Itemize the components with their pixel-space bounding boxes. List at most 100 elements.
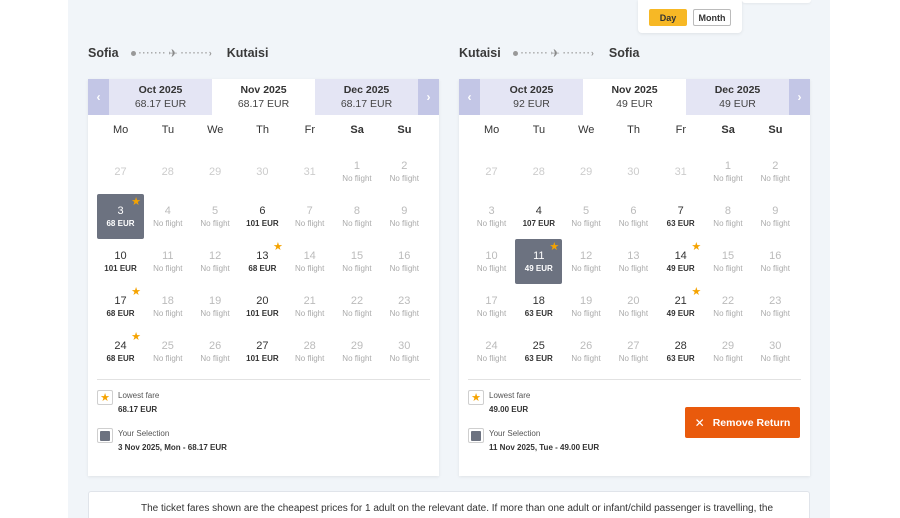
day-number: 13 — [627, 250, 640, 262]
day-cell[interactable]: 6 101 EUR — [239, 194, 286, 239]
day-cell[interactable]: 27 101 EUR — [239, 329, 286, 374]
day-cell-selected[interactable]: 3 68 EUR ★ — [97, 194, 144, 239]
calendar-week-row: 10 101 EUR 11 No flight 12 No flight 13 68 EUR ★… — [97, 239, 430, 284]
day-cell[interactable]: 12 No flight — [192, 239, 239, 284]
day-number: 5 — [583, 205, 590, 217]
day-cell[interactable]: 12 No flight — [563, 239, 610, 284]
day-cell[interactable]: 26 No flight — [192, 329, 239, 374]
day-cell[interactable]: 14 No flight — [286, 239, 333, 284]
day-cell[interactable]: 1 No flight — [704, 149, 751, 194]
day-price: No flight — [200, 264, 230, 273]
day-cell[interactable]: 5 No flight — [192, 194, 239, 239]
day-cell[interactable]: 17 No flight — [468, 284, 515, 329]
day-cell[interactable]: 28 No flight — [286, 329, 333, 374]
month-tab[interactable]: Oct 2025 92 EUR — [480, 79, 583, 115]
day-cell[interactable]: 5 No flight — [563, 194, 610, 239]
day-price: 101 EUR — [246, 309, 279, 318]
day-cell[interactable]: 21 49 EUR ★ — [657, 284, 704, 329]
day-cell[interactable]: 20 No flight — [610, 284, 657, 329]
weekday-header: Mo Tu We Th Fr Sa Su — [97, 124, 430, 142]
day-cell[interactable]: 19 No flight — [563, 284, 610, 329]
day-price: No flight — [713, 354, 743, 363]
month-tab-active[interactable]: Nov 2025 68.17 EUR — [212, 79, 315, 115]
day-cell[interactable]: 4 No flight — [144, 194, 191, 239]
day-cell[interactable]: 16 No flight — [752, 239, 799, 284]
day-view-button[interactable]: Day — [649, 9, 687, 26]
day-cell[interactable]: 2 No flight — [752, 149, 799, 194]
day-cell[interactable]: 18 No flight — [144, 284, 191, 329]
day-cell[interactable]: 22 No flight — [333, 284, 380, 329]
day-price: No flight — [342, 354, 372, 363]
legend-label: Your Selection — [118, 429, 170, 438]
day-cell[interactable]: 15 No flight — [704, 239, 751, 284]
star-icon: ★ — [131, 196, 141, 208]
day-cell[interactable]: 26 No flight — [563, 329, 610, 374]
day-cell[interactable]: 9 No flight — [381, 194, 428, 239]
calendar-week-row: 24 No flight 25 63 EUR 26 No flight 27 No fligh… — [468, 329, 801, 374]
day-price: No flight — [618, 219, 649, 228]
day-cell: 28 — [515, 149, 562, 194]
day-cell[interactable]: 10 No flight — [468, 239, 515, 284]
day-number: 21 — [674, 295, 687, 307]
day-price: No flight — [295, 354, 325, 363]
day-cell[interactable]: 11 No flight — [144, 239, 191, 284]
day-price: No flight — [389, 309, 419, 318]
day-cell[interactable]: 10 101 EUR — [97, 239, 144, 284]
month-tab-active[interactable]: Nov 2025 49 EUR — [583, 79, 686, 115]
day-cell: 27 — [468, 149, 515, 194]
calendar-week-row: 27 28 29 30 31 1 No flight 2 No flight — [468, 149, 801, 194]
day-cell[interactable]: 14 49 EUR ★ — [657, 239, 704, 284]
day-cell[interactable]: 13 No flight — [610, 239, 657, 284]
day-cell[interactable]: 2 No flight — [381, 149, 428, 194]
day-cell[interactable]: 18 63 EUR — [515, 284, 562, 329]
day-cell[interactable]: 23 No flight — [381, 284, 428, 329]
star-icon: ★ — [691, 241, 702, 253]
day-cell[interactable]: 30 No flight — [752, 329, 799, 374]
day-cell[interactable]: 29 No flight — [333, 329, 380, 374]
day-cell[interactable]: 22 No flight — [704, 284, 751, 329]
month-tab[interactable]: Dec 2025 68.17 EUR — [315, 79, 418, 115]
day-cell[interactable]: 25 No flight — [144, 329, 191, 374]
next-month-button[interactable]: › — [789, 79, 810, 115]
month-tab[interactable]: Oct 2025 68.17 EUR — [109, 79, 212, 115]
day-cell: 31 — [286, 149, 333, 194]
day-cell[interactable]: 30 No flight — [381, 329, 428, 374]
day-number: 14 — [674, 250, 687, 262]
day-price: No flight — [713, 309, 743, 318]
day-cell[interactable]: 27 No flight — [610, 329, 657, 374]
day-cell[interactable]: 19 No flight — [192, 284, 239, 329]
day-cell[interactable]: 8 No flight — [704, 194, 751, 239]
day-cell[interactable]: 16 No flight — [381, 239, 428, 284]
day-cell[interactable]: 24 No flight — [468, 329, 515, 374]
day-cell[interactable]: 6 No flight — [610, 194, 657, 239]
day-price: No flight — [295, 309, 325, 318]
remove-return-button[interactable]: ✕ Remove Return — [685, 407, 800, 438]
day-cell[interactable]: 23 No flight — [752, 284, 799, 329]
day-cell[interactable]: 7 63 EUR — [657, 194, 704, 239]
day-cell[interactable]: 21 No flight — [286, 284, 333, 329]
day-cell[interactable]: 29 No flight — [704, 329, 751, 374]
prev-month-button[interactable]: ‹ — [459, 79, 480, 115]
day-cell[interactable]: 20 101 EUR — [239, 284, 286, 329]
weekday-header: Mo Tu We Th Fr Sa Su — [468, 124, 801, 142]
day-cell[interactable]: 3 No flight — [468, 194, 515, 239]
day-cell-selected[interactable]: 11 49 EUR ★ — [515, 239, 563, 284]
month-view-button[interactable]: Month — [693, 9, 731, 26]
day-cell[interactable]: 1 No flight — [333, 149, 380, 194]
calendar-weeks: 27 28 29 30 31 1 No flight 2 No flight 3 68 EUR ★ 4 N… — [97, 149, 430, 374]
next-month-button[interactable]: › — [418, 79, 439, 115]
day-cell[interactable]: 24 68 EUR ★ — [97, 329, 144, 374]
day-cell[interactable]: 15 No flight — [333, 239, 380, 284]
day-price: 63 EUR — [666, 354, 695, 363]
day-cell[interactable]: 4 107 EUR — [515, 194, 562, 239]
day-cell[interactable]: 13 68 EUR ★ — [239, 239, 286, 284]
month-tab[interactable]: Dec 2025 49 EUR — [686, 79, 789, 115]
prev-month-button[interactable]: ‹ — [88, 79, 109, 115]
day-cell[interactable]: 28 63 EUR — [657, 329, 704, 374]
day-price: 63 EUR — [524, 354, 553, 363]
day-cell[interactable]: 17 68 EUR ★ — [97, 284, 144, 329]
day-cell[interactable]: 9 No flight — [752, 194, 799, 239]
day-cell[interactable]: 25 63 EUR — [515, 329, 562, 374]
day-cell[interactable]: 7 No flight — [286, 194, 333, 239]
day-cell[interactable]: 8 No flight — [333, 194, 380, 239]
